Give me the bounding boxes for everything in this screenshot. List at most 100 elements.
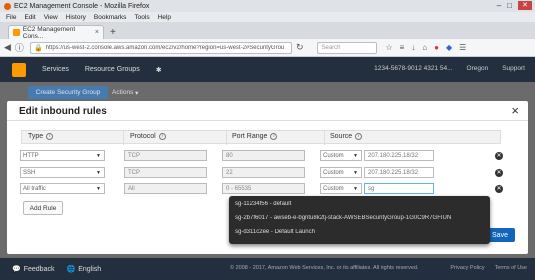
menu-edit[interactable]: Edit bbox=[24, 14, 35, 21]
back-icon[interactable]: ◀ bbox=[4, 42, 11, 53]
tab-strip: EC2 Management Cons... × + bbox=[0, 22, 535, 40]
menu-tools[interactable]: Tools bbox=[134, 14, 149, 21]
remove-rule-icon[interactable]: ✕ bbox=[495, 169, 503, 177]
region-menu[interactable]: Oregon bbox=[467, 65, 489, 72]
lock-icon: 🔒 bbox=[33, 44, 43, 52]
rule-row: HTTP ▼ TCP 80 Custom ▼ 207.180.225.18/32 ✕ bbox=[7, 150, 528, 162]
menu-help[interactable]: Help bbox=[158, 14, 171, 21]
dropdown-option[interactable]: sg-2b7f6017 - awseb-e-bgntu8k2tj-stack-A… bbox=[235, 215, 485, 221]
menu-bar: File Edit View History Bookmarks Tools H… bbox=[0, 12, 535, 22]
actions-button[interactable]: Actions ▾ bbox=[112, 86, 138, 99]
source-type-select[interactable]: Custom ▼ bbox=[320, 183, 362, 194]
remove-rule-icon[interactable]: ✕ bbox=[495, 185, 503, 193]
aws-right-menus: 1234-5678-9012 4321 54... Oregon Support bbox=[374, 65, 525, 72]
port-range-field: 22 bbox=[222, 167, 305, 178]
url-text: https://us-west-2.console.aws.amazon.com… bbox=[45, 44, 285, 51]
aws-footer: 💬 Feedback 🌐 English © 2008 - 2017, Amazon… bbox=[0, 258, 535, 280]
reload-icon[interactable]: ↻ bbox=[296, 42, 304, 53]
window-title: EC2 Management Console - Mozilla Firefox bbox=[14, 2, 150, 10]
aws-logo-icon[interactable] bbox=[12, 62, 26, 77]
header-protocol: Protocol i bbox=[130, 133, 166, 140]
info-icon[interactable]: ⓘ bbox=[15, 41, 24, 54]
chevron-down-icon: ▼ bbox=[96, 186, 101, 192]
add-rule-button[interactable]: Add Rule bbox=[23, 201, 63, 215]
search-input[interactable]: Search bbox=[317, 41, 378, 54]
source-type-select[interactable]: Custom ▼ bbox=[320, 167, 362, 178]
chevron-down-icon: ▼ bbox=[96, 170, 101, 176]
modal-header: Edit inbound rules × bbox=[7, 101, 528, 121]
source-input[interactable]: sg bbox=[364, 183, 434, 194]
language-selector[interactable]: 🌐 English bbox=[66, 265, 101, 274]
pocket-icon[interactable]: ◆ bbox=[446, 43, 452, 52]
chevron-down-icon: ▼ bbox=[353, 153, 358, 159]
window-titlebar: EC2 Management Console - Mozilla Firefox… bbox=[0, 0, 535, 12]
chevron-down-icon: ▼ bbox=[353, 186, 358, 192]
tab-label: EC2 Management Cons... bbox=[22, 25, 76, 40]
tab-ec2[interactable]: EC2 Management Cons... × bbox=[8, 25, 104, 40]
url-bar[interactable]: 🔒 https://us-west-2.console.aws.amazon.c… bbox=[29, 41, 292, 54]
info-icon[interactable]: i bbox=[158, 133, 166, 140]
feedback-link[interactable]: 💬 Feedback bbox=[12, 265, 54, 274]
close-tab-icon[interactable]: × bbox=[95, 29, 99, 36]
privacy-link[interactable]: Privacy Policy bbox=[450, 265, 484, 271]
header-type: Type i bbox=[28, 133, 54, 140]
firefox-icon bbox=[4, 2, 11, 10]
hamburger-menu-icon[interactable]: ☰ bbox=[459, 43, 466, 52]
toolbar-icons: ☆ ≡ ↓ ⌂ ● ◆ ☰ bbox=[385, 43, 466, 52]
type-select[interactable]: All traffic ▼ bbox=[20, 183, 105, 194]
create-security-group-button[interactable]: Create Security Group bbox=[28, 86, 108, 99]
services-menu[interactable]: Services bbox=[42, 66, 69, 73]
globe-icon: 🌐 bbox=[66, 266, 76, 273]
pin-icon[interactable]: ✱ bbox=[156, 66, 162, 74]
protocol-field: All bbox=[124, 183, 207, 194]
menu-history[interactable]: History bbox=[66, 14, 86, 21]
header-port-range: Port Range i bbox=[232, 133, 278, 140]
star-icon[interactable]: ☆ bbox=[385, 43, 392, 52]
extension-icon[interactable]: ● bbox=[434, 43, 439, 52]
port-range-field: 80 bbox=[222, 150, 305, 161]
minimize-icon[interactable]: – bbox=[497, 1, 501, 10]
copyright-text: © 2008 - 2017, Amazon Web Services, Inc.… bbox=[230, 265, 419, 271]
source-input[interactable]: 207.180.225.18/32 bbox=[364, 150, 434, 161]
support-menu[interactable]: Support bbox=[502, 65, 525, 72]
account-menu[interactable]: 1234-5678-9012 4321 54... bbox=[374, 65, 452, 72]
dropdown-option[interactable]: sg-11234f56 - default bbox=[235, 201, 485, 207]
rule-row: SSH ▼ TCP 22 Custom ▼ 207.180.225.18/32 ✕ bbox=[7, 167, 528, 179]
menu-file[interactable]: File bbox=[6, 14, 16, 21]
chevron-down-icon: ▼ bbox=[353, 170, 358, 176]
header-source: Source i bbox=[330, 133, 363, 140]
close-window-icon[interactable]: ✕ bbox=[518, 1, 532, 10]
speech-bubble-icon: 💬 bbox=[12, 266, 21, 273]
info-icon[interactable]: i bbox=[46, 133, 54, 140]
menu-view[interactable]: View bbox=[44, 14, 58, 21]
terms-link[interactable]: Terms of Use bbox=[495, 265, 527, 271]
new-tab-icon[interactable]: + bbox=[110, 27, 116, 38]
download-icon[interactable]: ↓ bbox=[411, 43, 415, 52]
type-select[interactable]: HTTP ▼ bbox=[20, 150, 105, 161]
aws-favicon-icon bbox=[13, 29, 20, 36]
menu-bookmarks[interactable]: Bookmarks bbox=[94, 14, 127, 21]
footer-links: Privacy Policy Terms of Use bbox=[450, 265, 527, 271]
source-type-select[interactable]: Custom ▼ bbox=[320, 150, 362, 161]
rule-row: All traffic ▼ All 0 - 65535 Custom ▼ sg ✕ bbox=[7, 183, 528, 195]
info-icon[interactable]: i bbox=[355, 133, 363, 140]
window-controls: – □ ✕ bbox=[497, 1, 532, 10]
port-range-field: 0 - 65535 bbox=[222, 183, 305, 194]
rules-table-header: Type i Protocol i Port Range i Source i bbox=[21, 130, 501, 145]
remove-rule-icon[interactable]: ✕ bbox=[495, 152, 503, 160]
home-icon[interactable]: ⌂ bbox=[422, 43, 427, 52]
close-icon[interactable]: × bbox=[511, 103, 519, 118]
maximize-icon[interactable]: □ bbox=[507, 1, 512, 10]
protocol-field: TCP bbox=[124, 150, 207, 161]
security-group-dropdown: sg-11234f56 - default sg-2b7f6017 - awse… bbox=[229, 196, 490, 244]
type-select[interactable]: SSH ▼ bbox=[20, 167, 105, 178]
protocol-field: TCP bbox=[124, 167, 207, 178]
modal-title: Edit inbound rules bbox=[19, 106, 107, 117]
chevron-down-icon: ▼ bbox=[96, 153, 101, 159]
reading-list-icon[interactable]: ≡ bbox=[400, 43, 405, 52]
nav-bar: ◀ ⓘ 🔒 https://us-west-2.console.aws.amaz… bbox=[0, 39, 535, 57]
dropdown-option[interactable]: sg-d311c2ee - Default Launch bbox=[235, 229, 485, 235]
source-input[interactable]: 207.180.225.18/32 bbox=[364, 167, 434, 178]
resource-groups-menu[interactable]: Resource Groups bbox=[85, 66, 140, 73]
info-icon[interactable]: i bbox=[270, 133, 278, 140]
